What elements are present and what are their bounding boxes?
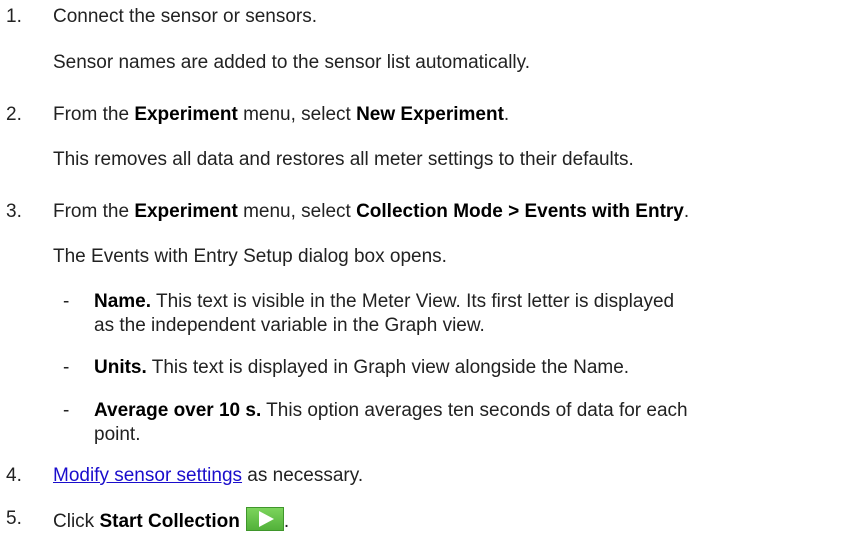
modify-sensor-settings-link[interactable]: Modify sensor settings [53,465,242,486]
bullet-line-2: as the independent variable in the Graph… [94,315,485,336]
step-text: Connect the sensor or sensors. [53,6,318,27]
play-triangle-icon [258,511,274,527]
bullet-line-1: This text is visible in the Meter View. … [151,291,675,312]
step-text: Click Start Collection. [53,507,289,534]
step-number: 5. [6,508,22,529]
text-pre: From the [53,201,135,222]
bullet-dash: - [63,357,70,378]
step-3-note: The Events with Entry Setup dialog box o… [53,246,447,267]
step-text: Modify sensor settings as necessary. [53,464,363,488]
text-post: . [503,104,510,125]
step-2-note: This removes all data and restores all m… [53,149,634,170]
bullet-text: Name. This text is visible in the Meter … [94,290,854,338]
bullet-label: Name. [94,291,152,312]
bullet-dash: - [63,400,70,421]
bullet-text: Units. This text is displayed in Graph v… [94,356,854,380]
experiment-menu-ref: Experiment [134,201,238,222]
step-number: 1. [6,6,22,27]
bullet-text: Average over 10 s. This option averages … [94,399,854,447]
bullet-line-2: point. [94,424,141,445]
step-number: 3. [6,201,22,222]
start-collection-command: Start Collection [99,511,240,532]
bullet-line-1: This option averages ten seconds of data… [261,400,688,421]
text-post: as necessary. [242,465,364,486]
bullet-line-1: This text is displayed in Graph view alo… [146,357,630,378]
step-text: From the Experiment menu, select New Exp… [53,103,509,127]
step-text: From the Experiment menu, select Collect… [53,200,689,224]
text-pre: Click [53,511,100,532]
start-collection-button[interactable] [245,507,284,531]
step-1-note: Sensor names are added to the sensor lis… [53,52,531,73]
text-pre: From the [53,104,135,125]
step-number: 4. [6,465,22,486]
text-post: . [683,201,690,222]
step-number: 2. [6,104,22,125]
collection-mode-command: Collection Mode > Events with Entry [356,201,684,222]
text-mid: menu, select [237,201,357,222]
bullet-label: Units. [94,357,147,378]
experiment-menu-ref: Experiment [134,104,238,125]
text-post: . [283,511,290,532]
new-experiment-command: New Experiment [356,104,504,125]
bullet-dash: - [63,291,70,312]
bullet-label: Average over 10 s. [94,400,262,421]
text-mid: menu, select [237,104,357,125]
